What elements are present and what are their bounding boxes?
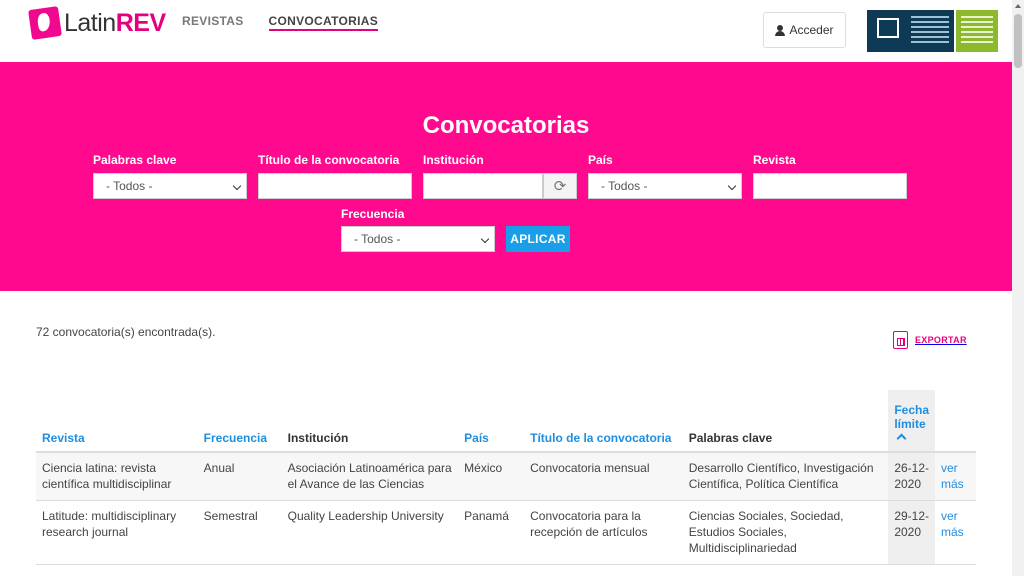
main-nav: REVISTAS CONVOCATORIAS — [182, 14, 378, 31]
login-button[interactable]: Acceder — [763, 12, 846, 48]
export-label: EXPORTAR — [915, 335, 967, 345]
cell-titulo: Convocatoria para la recepción de artícu… — [524, 500, 683, 565]
export-button[interactable]: EXPORTAR — [893, 331, 967, 349]
keywords-label: Palabras clave — [93, 153, 177, 167]
sort-ascending-icon — [896, 433, 907, 444]
country-select[interactable]: - Todos - — [588, 173, 742, 199]
frequency-label: Frecuencia — [341, 207, 405, 221]
col-institucion: Institución — [281, 390, 459, 453]
spreadsheet-icon — [893, 331, 908, 349]
cell-actions: ver más — [935, 452, 976, 501]
frequency-select[interactable]: - Todos - — [341, 226, 495, 252]
calls-table: Revista Frecuencia Institución País Títu… — [36, 390, 976, 565]
table-row: Ciencia latina: revista científica multi… — [36, 452, 976, 501]
login-label: Acceder — [789, 23, 834, 37]
institution-input[interactable] — [423, 173, 543, 199]
scrollbar-thumb[interactable] — [1014, 14, 1022, 68]
cell-institucion: Quality Leadership University — [281, 500, 459, 565]
col-palabras-clave: Palabras clave — [682, 390, 889, 453]
col-pais[interactable]: País — [458, 390, 525, 453]
flacso-emblem-icon — [877, 18, 899, 38]
top-bar: LatinREV REVISTAS CONVOCATORIAS Acceder — [0, 0, 1012, 62]
latin-america-map-icon — [28, 6, 62, 40]
ver-mas-link[interactable]: ver más — [941, 461, 964, 491]
cell-frecuencia: Semestral — [197, 500, 282, 565]
journal-label: Revista — [753, 153, 796, 167]
apply-button[interactable]: APLICAR — [506, 226, 570, 252]
call-title-label: Título de la convocatoria — [258, 153, 400, 167]
nav-revistas[interactable]: REVISTAS — [182, 14, 244, 31]
cell-revista: Latitude: multidisciplinary research jou… — [36, 500, 198, 565]
cell-palabras-clave: Ciencias Sociales, Sociedad, Estudios So… — [682, 500, 889, 565]
ver-mas-link[interactable]: ver más — [941, 509, 964, 539]
chevron-down-icon — [480, 234, 490, 244]
cell-titulo: Convocatoria mensual — [524, 452, 683, 501]
call-title-input[interactable] — [258, 173, 412, 199]
keywords-select[interactable]: - Todos - — [93, 173, 247, 199]
chevron-down-icon — [232, 181, 242, 191]
cell-pais: México — [458, 452, 525, 501]
cell-pais: Panamá — [458, 500, 525, 565]
col-actions — [935, 390, 976, 453]
results-count: 72 convocatoria(s) encontrada(s). — [36, 325, 216, 339]
cell-fecha-limite: 26-12-2020 — [888, 452, 935, 501]
page-title: Convocatorias — [422, 112, 590, 139]
journal-input[interactable] — [753, 173, 907, 199]
cell-frecuencia: Anual — [197, 452, 282, 501]
chevron-down-icon — [727, 181, 737, 191]
scroll-up-arrow-icon[interactable] — [1012, 0, 1024, 12]
nav-convocatorias[interactable]: CONVOCATORIAS — [268, 14, 378, 31]
col-fecha-limite[interactable]: Fecha límite — [888, 390, 935, 453]
user-icon — [775, 24, 786, 36]
institution-label: Institución — [423, 153, 484, 167]
partner-logo[interactable] — [956, 10, 998, 52]
refresh-button[interactable]: ⟳ — [543, 173, 577, 199]
table-row: Latitude: multidisciplinary research jou… — [36, 500, 976, 565]
cell-actions: ver más — [935, 500, 976, 565]
col-revista[interactable]: Revista — [36, 390, 198, 453]
logo-text: LatinREV — [64, 8, 166, 37]
refresh-icon: ⟳ — [553, 177, 567, 195]
col-titulo[interactable]: Título de la convocatoria — [524, 390, 683, 453]
latinrev-logo[interactable]: LatinREV — [28, 6, 166, 40]
flacso-logo[interactable] — [867, 10, 954, 52]
table-header-row: Revista Frecuencia Institución País Títu… — [36, 390, 976, 453]
cell-palabras-clave: Desarrollo Científico, Investigación Cie… — [682, 452, 889, 501]
cell-revista: Ciencia latina: revista científica multi… — [36, 452, 198, 501]
page-scrollbar[interactable] — [1012, 0, 1024, 576]
col-frecuencia[interactable]: Frecuencia — [197, 390, 282, 453]
cell-institucion: Asociación Latinoamérica para el Avance … — [281, 452, 459, 501]
search-panel: Convocatorias Palabras clave - Todos - T… — [0, 62, 1012, 291]
cell-fecha-limite: 29-12-2020 — [888, 500, 935, 565]
country-label: País — [588, 153, 613, 167]
